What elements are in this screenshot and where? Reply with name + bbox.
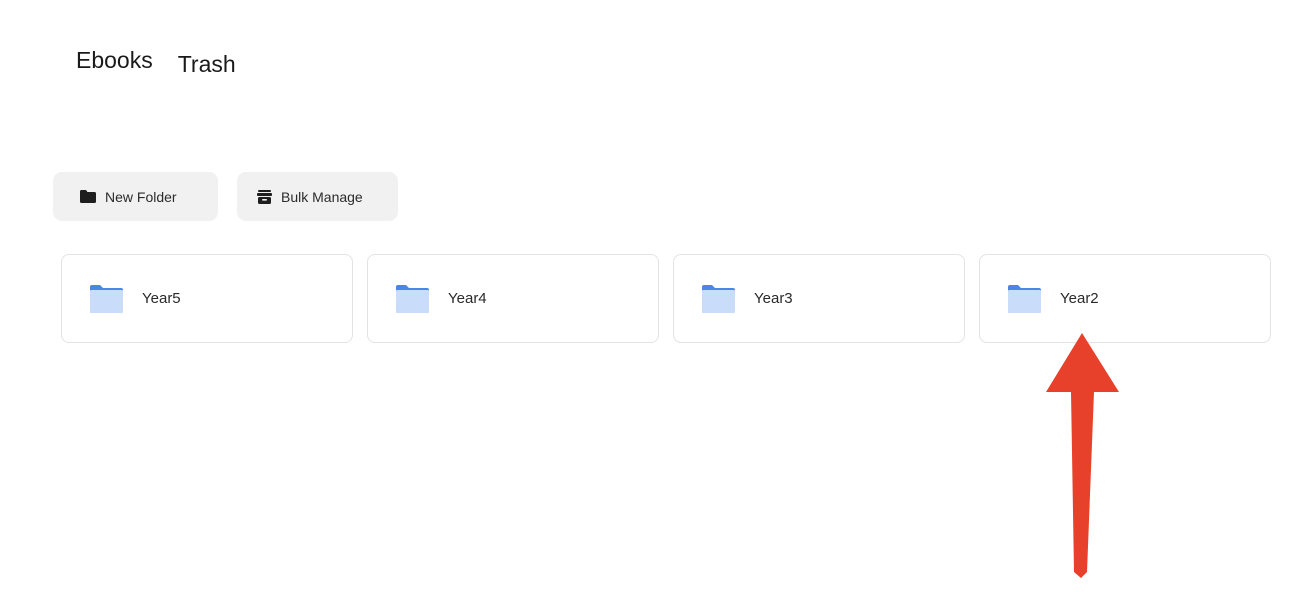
bulk-manage-button[interactable]: Bulk Manage (237, 172, 398, 221)
folder-card-year4[interactable]: Year4 (367, 254, 659, 343)
folder-grid: Year5 Year4 Year3 Year2 (61, 254, 1271, 343)
toolbar: New Folder Bulk Manage (53, 172, 398, 221)
tab-trash[interactable]: Trash (178, 52, 236, 76)
folder-icon (702, 284, 735, 313)
folder-card-year2[interactable]: Year2 (979, 254, 1271, 343)
tab-ebooks[interactable]: Ebooks (76, 49, 153, 72)
folder-name: Year2 (1060, 290, 1099, 307)
folder-card-year3[interactable]: Year3 (673, 254, 965, 343)
folder-name: Year3 (754, 290, 793, 307)
bulk-manage-label: Bulk Manage (281, 188, 363, 205)
folder-icon (80, 190, 96, 203)
top-tabs: Ebooks Trash (76, 42, 236, 82)
folder-icon (1008, 284, 1041, 313)
folder-icon (396, 284, 429, 313)
new-folder-label: New Folder (105, 188, 177, 205)
folder-name: Year4 (448, 290, 487, 307)
folder-name: Year5 (142, 290, 181, 307)
folder-icon (90, 284, 123, 313)
new-folder-button[interactable]: New Folder (53, 172, 218, 221)
archive-box-icon (257, 189, 272, 204)
folder-card-year5[interactable]: Year5 (61, 254, 353, 343)
